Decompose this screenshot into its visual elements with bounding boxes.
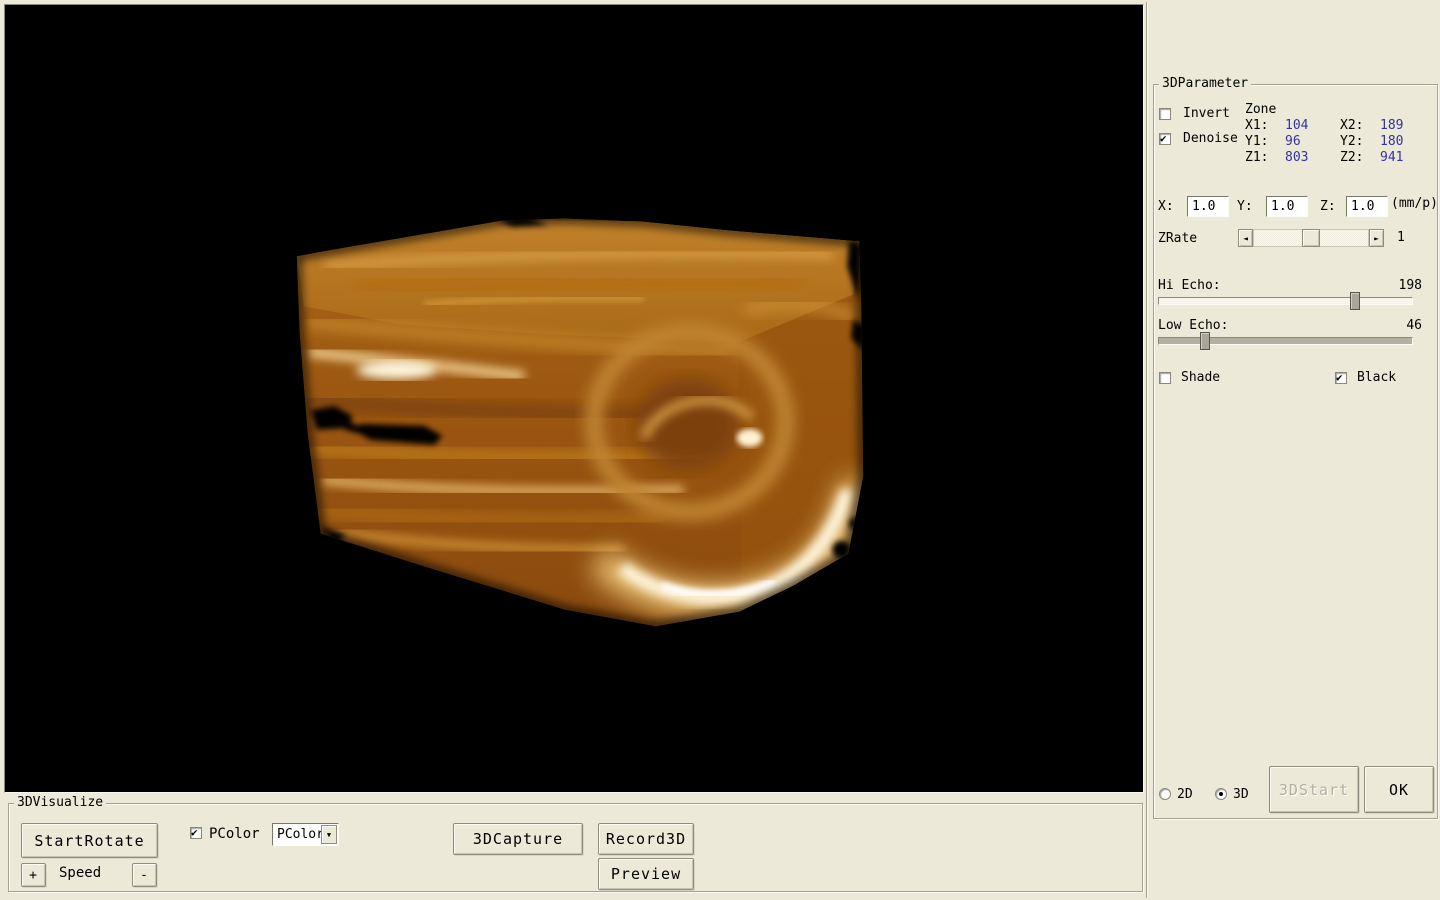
start-rotate-button[interactable]: StartRotate (21, 823, 158, 858)
scale-z-label: Z: (1320, 200, 1336, 214)
scale-z-input[interactable] (1346, 196, 1388, 217)
pcolor-checkbox-label: PColor (209, 827, 260, 841)
zone-z1-value: 803 (1285, 151, 1308, 165)
low-echo-slider[interactable] (1158, 337, 1413, 345)
ok-button[interactable]: OK (1364, 766, 1434, 813)
parameter-panel: 3DParameter Invert Denoise Zone X1: 104 … (1146, 2, 1440, 898)
visualize-group-title: 3DVisualize (14, 795, 106, 811)
zrate-right-arrow-icon[interactable]: ► (1369, 229, 1384, 247)
parameter-group-title: 3DParameter (1159, 76, 1251, 92)
volume-render-image (5, 5, 1143, 792)
scale-x-label: X: (1158, 200, 1174, 214)
zone-y1-value: 96 (1285, 135, 1301, 149)
scale-unit-label: (mm/p) (1391, 197, 1438, 211)
scale-y-label: Y: (1237, 200, 1253, 214)
zone-x2-label: X2: (1340, 119, 1363, 133)
zone-x2-value: 189 (1380, 119, 1403, 133)
pcolor-dropdown-value: PColor (277, 827, 324, 842)
zrate-left-arrow-icon[interactable]: ◄ (1238, 229, 1253, 247)
zone-y2-label: Y2: (1340, 135, 1363, 149)
3dstart-button[interactable]: 3DStart (1269, 766, 1359, 813)
mode-3d-radio[interactable] (1215, 788, 1227, 800)
zone-label: Zone (1245, 103, 1276, 117)
zone-x1-value: 104 (1285, 119, 1308, 133)
mode-2d-label: 2D (1177, 788, 1193, 802)
preview-button[interactable]: Preview (598, 858, 694, 890)
zrate-scrollbar-thumb[interactable] (1302, 229, 1320, 247)
mode-3d-label: 3D (1233, 788, 1249, 802)
black-label: Black (1357, 371, 1396, 385)
scale-y-input[interactable] (1266, 196, 1308, 217)
invert-checkbox[interactable] (1159, 108, 1171, 120)
pcolor-checkbox[interactable] (190, 827, 202, 839)
hi-echo-value: 198 (1374, 279, 1422, 293)
scale-x-input[interactable] (1187, 196, 1229, 217)
low-echo-label: Low Echo: (1158, 319, 1228, 333)
record3d-button[interactable]: Record3D (598, 823, 694, 855)
black-checkbox[interactable] (1335, 372, 1347, 384)
zrate-scrollbar[interactable]: ◄ ► (1238, 229, 1384, 247)
mode-2d-radio[interactable] (1159, 788, 1171, 800)
denoise-checkbox[interactable] (1159, 133, 1171, 145)
denoise-label: Denoise (1183, 132, 1238, 146)
zone-x1-label: X1: (1245, 119, 1268, 133)
pcolor-dropdown-arrow-icon[interactable]: ▼ (321, 825, 337, 844)
zone-y1-label: Y1: (1245, 135, 1268, 149)
zone-z2-value: 941 (1380, 151, 1403, 165)
hi-echo-slider[interactable] (1158, 297, 1413, 305)
speed-minus-button[interactable]: - (132, 863, 157, 887)
3dcapture-button[interactable]: 3DCapture (453, 823, 583, 855)
low-echo-slider-thumb[interactable] (1200, 332, 1210, 350)
zone-z2-label: Z2: (1340, 151, 1363, 165)
low-echo-value: 46 (1374, 319, 1422, 333)
zone-y2-value: 180 (1380, 135, 1403, 149)
parameter-groupbox: 3DParameter Invert Denoise Zone X1: 104 … (1153, 84, 1438, 819)
zrate-label: ZRate (1158, 232, 1197, 246)
speed-label: Speed (59, 866, 101, 880)
render-viewport[interactable] (4, 4, 1144, 793)
speed-plus-button[interactable]: + (21, 863, 46, 887)
shade-label: Shade (1181, 371, 1220, 385)
hi-echo-slider-thumb[interactable] (1350, 292, 1360, 310)
zrate-value: 1 (1397, 231, 1405, 245)
hi-echo-label: Hi Echo: (1158, 279, 1221, 293)
shade-checkbox[interactable] (1159, 372, 1171, 384)
visualize-groupbox: 3DVisualize StartRotate + Speed - PColor… (8, 803, 1143, 892)
zone-z1-label: Z1: (1245, 151, 1268, 165)
invert-label: Invert (1183, 107, 1230, 121)
pcolor-dropdown[interactable]: PColor ▼ (272, 823, 339, 846)
